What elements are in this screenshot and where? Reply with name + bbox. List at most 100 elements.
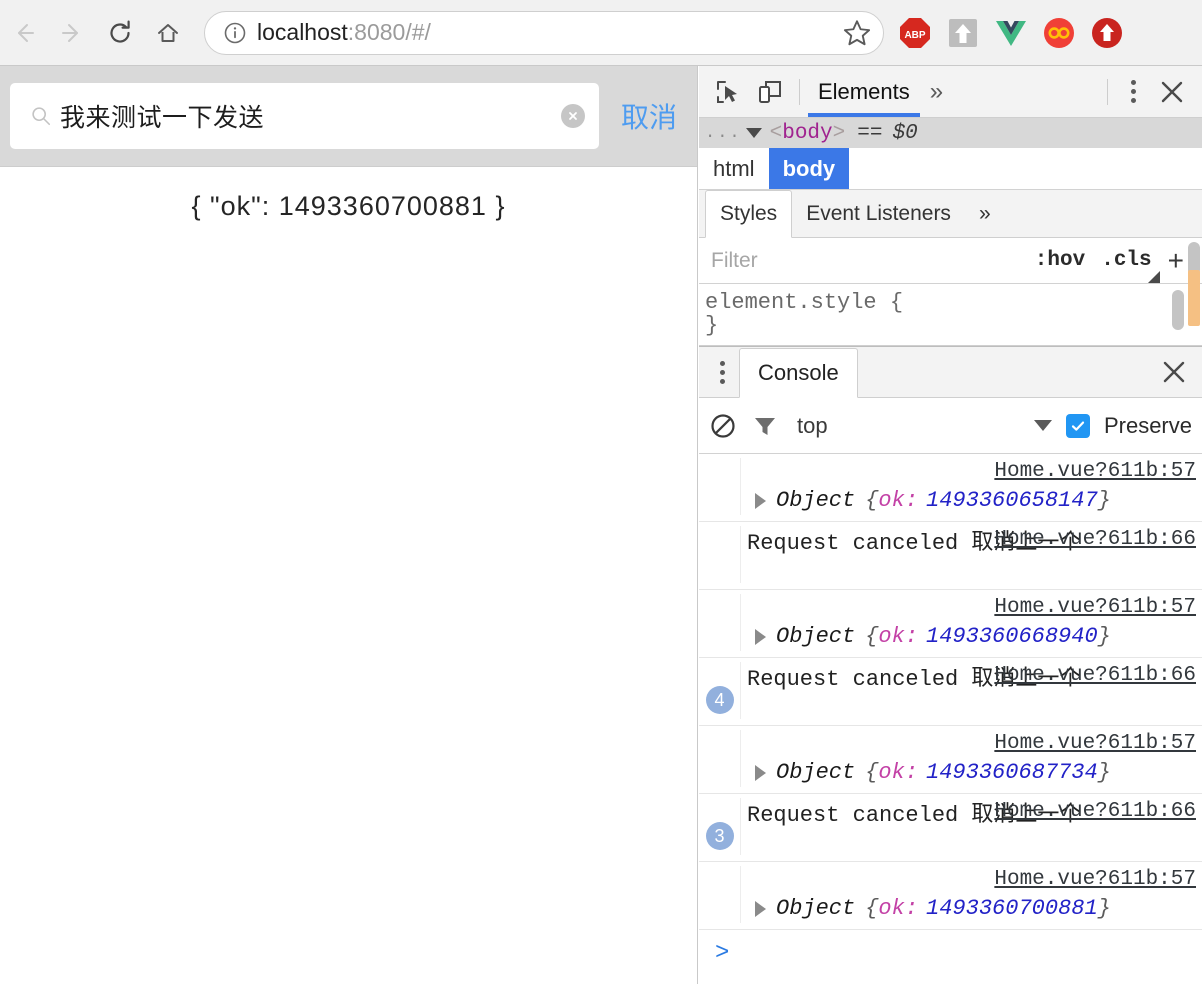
execution-context-selector[interactable]: top xyxy=(797,413,828,439)
url-path: :8080/#/ xyxy=(347,19,431,45)
reload-button[interactable] xyxy=(96,9,144,57)
style-pane-scrollbar-orange[interactable] xyxy=(1186,270,1202,345)
object-key: ok: xyxy=(878,896,919,921)
chevron-down-icon[interactable] xyxy=(1033,420,1052,431)
log-gutter xyxy=(699,594,741,651)
more-panels-button[interactable]: » xyxy=(920,78,953,106)
styles-filter-input[interactable]: Filter xyxy=(711,249,1019,273)
extension-icons: ABP xyxy=(898,16,1124,50)
devtools-header: Elements » xyxy=(699,66,1202,118)
expand-arrow-icon[interactable] xyxy=(755,492,766,509)
tab-styles[interactable]: Styles xyxy=(705,190,793,238)
inspect-element-button[interactable] xyxy=(707,71,749,113)
tag-open-bracket: < xyxy=(769,121,783,145)
adblock-plus-icon[interactable]: ABP xyxy=(898,16,932,50)
expand-arrow-icon[interactable] xyxy=(755,628,766,645)
new-style-rule-button[interactable]: + xyxy=(1168,245,1184,277)
cls-toggle-button[interactable]: .cls xyxy=(1101,249,1151,272)
rule-selector[interactable]: element.style { xyxy=(705,290,1202,315)
log-content: Home.vue?611b:57 Object {ok: 149336068773… xyxy=(741,730,1202,787)
source-link[interactable]: Home.vue?611b:57 xyxy=(994,596,1196,619)
object-open-brace: { xyxy=(865,760,879,785)
search-input[interactable]: 我来测试一下发送 xyxy=(10,83,599,149)
console-drawer-header: Console xyxy=(699,346,1202,398)
svg-text:ABP: ABP xyxy=(904,30,925,41)
scrollbar-thumb-orange[interactable] xyxy=(1188,270,1200,326)
toolbar-divider xyxy=(799,78,800,105)
info-circle-icon[interactable] xyxy=(223,21,247,45)
log-content: Home.vue?611b:66 Request canceled 取消上一个 xyxy=(741,798,1202,855)
console-log-row[interactable]: Home.vue?611b:66 Request canceled 取消上一个 xyxy=(699,522,1202,590)
more-styles-tabs-button[interactable]: » xyxy=(965,190,1005,237)
home-icon xyxy=(158,23,178,42)
clear-search-button[interactable] xyxy=(560,104,585,128)
source-link[interactable]: Home.vue?611b:66 xyxy=(994,528,1196,551)
log-object[interactable]: Object {ok: 1493360687734} xyxy=(747,760,1196,785)
scrollbar-thumb[interactable] xyxy=(1172,290,1184,330)
infinity-circle-icon[interactable] xyxy=(1042,16,1076,50)
resize-corner-icon[interactable] xyxy=(1148,271,1160,283)
cancel-button[interactable]: 取消 xyxy=(621,96,677,136)
devtools-close-button[interactable] xyxy=(1150,70,1194,114)
back-button[interactable] xyxy=(0,9,48,57)
home-button[interactable] xyxy=(144,9,192,57)
object-key: ok: xyxy=(878,760,919,785)
log-gutter xyxy=(699,730,741,787)
breadcrumb-item-body[interactable]: body xyxy=(768,148,850,189)
object-value: 1493360700881 xyxy=(926,896,1098,921)
console-log-row[interactable]: 4 Home.vue?611b:66 Request canceled 取消上一… xyxy=(699,658,1202,726)
console-log-row[interactable]: 3 Home.vue?611b:66 Request canceled 取消上一… xyxy=(699,794,1202,862)
red-upload-circle-icon[interactable] xyxy=(1090,16,1124,50)
address-bar[interactable]: localhost:8080/#/ xyxy=(204,10,884,55)
object-open-brace: { xyxy=(865,896,879,921)
console-log-row[interactable]: Home.vue?611b:57 Object {ok: 149336065814… xyxy=(699,454,1202,522)
devtools-menu-button[interactable] xyxy=(1116,71,1150,113)
dom-tree-row[interactable]: ... < body > == $0 xyxy=(699,118,1202,148)
log-object[interactable]: Object {ok: 1493360658147} xyxy=(747,488,1196,513)
chevron-down-icon[interactable] xyxy=(745,128,762,138)
source-link[interactable]: Home.vue?611b:57 xyxy=(994,460,1196,483)
vue-logo-icon[interactable] xyxy=(994,16,1028,50)
log-content: Home.vue?611b:66 Request canceled 取消上一个 xyxy=(741,526,1202,583)
source-link[interactable]: Home.vue?611b:66 xyxy=(994,800,1196,823)
expand-arrow-icon[interactable] xyxy=(755,900,766,917)
tab-event-listeners[interactable]: Event Listeners xyxy=(792,190,965,237)
tab-console[interactable]: Console xyxy=(739,347,858,398)
source-link[interactable]: Home.vue?611b:57 xyxy=(994,732,1196,755)
forward-button[interactable] xyxy=(48,9,96,57)
expand-arrow-icon[interactable] xyxy=(755,764,766,781)
devtools-panel: Elements » ... < body > == $0 html body … xyxy=(699,66,1202,984)
console-log-row[interactable]: Home.vue?611b:57 Object {ok: 149336066894… xyxy=(699,590,1202,658)
clear-console-button[interactable] xyxy=(709,412,737,440)
hov-toggle-button[interactable]: :hov xyxy=(1035,249,1085,272)
object-close-brace: } xyxy=(1097,896,1111,921)
drawer-menu-button[interactable] xyxy=(705,351,739,393)
console-close-button[interactable] xyxy=(1152,350,1196,394)
filter-console-button[interactable] xyxy=(751,412,779,440)
toolbar-divider-2 xyxy=(1107,78,1108,105)
device-toolbar-button[interactable] xyxy=(749,71,791,113)
console-log-row[interactable]: Home.vue?611b:57 Object {ok: 149336070088… xyxy=(699,862,1202,930)
object-value: 1493360668940 xyxy=(926,624,1098,649)
search-icon xyxy=(32,107,51,126)
log-gutter: 4 xyxy=(699,662,741,719)
source-link[interactable]: Home.vue?611b:66 xyxy=(994,664,1196,687)
equals-sign: == xyxy=(857,121,883,145)
tab-elements[interactable]: Elements xyxy=(808,67,920,117)
repeat-count-badge: 3 xyxy=(705,822,734,850)
console-prompt[interactable]: > xyxy=(699,930,1202,976)
log-object[interactable]: Object {ok: 1493360700881} xyxy=(747,896,1196,921)
dollar-zero-ref: $0 xyxy=(892,121,918,145)
object-open-brace: { xyxy=(865,624,879,649)
object-open-brace: { xyxy=(865,488,879,513)
bookmark-button[interactable] xyxy=(837,13,877,53)
source-link[interactable]: Home.vue?611b:57 xyxy=(994,868,1196,891)
console-log-row[interactable]: Home.vue?611b:57 Object {ok: 149336068773… xyxy=(699,726,1202,794)
breadcrumb-item-html[interactable]: html xyxy=(699,148,769,189)
device-toolbar-icon xyxy=(759,80,781,103)
log-object[interactable]: Object {ok: 1493360668940} xyxy=(747,624,1196,649)
json-result-text: { "ok": 1493360700881 } xyxy=(191,191,506,221)
upload-arrow-icon[interactable] xyxy=(946,16,980,50)
style-pane-scrollbar[interactable] xyxy=(1170,284,1186,345)
preserve-log-checkbox[interactable] xyxy=(1065,413,1090,438)
